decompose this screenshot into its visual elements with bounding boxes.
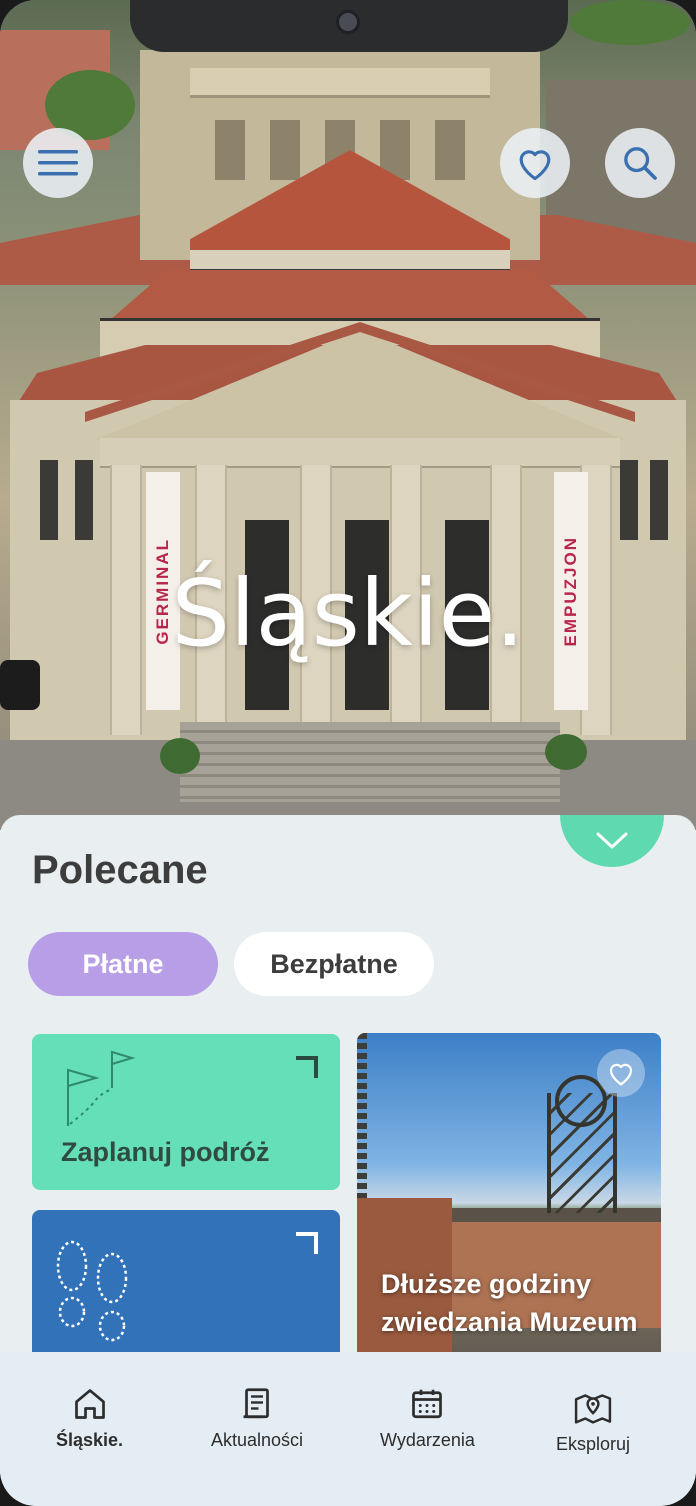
hero-image: GERMINAL EMPUZJON Śląskie.: [0, 0, 696, 830]
hamburger-menu-icon: [38, 150, 78, 176]
nav-home[interactable]: Śląskie.: [56, 1386, 123, 1451]
filter-paid-button[interactable]: Płatne: [28, 932, 218, 996]
chevron-down-icon: [596, 832, 628, 849]
corner-arrow-icon: [296, 1056, 318, 1078]
news-icon: [243, 1388, 269, 1419]
nav-explore-label: Eksploruj: [556, 1434, 631, 1454]
phone-screen: GERMINAL EMPUZJON Śląskie. Polecane Płat…: [0, 0, 696, 1506]
hero-title: Śląskie.: [171, 560, 525, 667]
device-notch: [130, 0, 568, 52]
nav-events[interactable]: Wydarzenia: [380, 1386, 475, 1451]
search-icon: [624, 147, 657, 180]
filter-free-button[interactable]: Bezpłatne: [234, 932, 434, 996]
favorites-button[interactable]: [500, 128, 570, 198]
home-icon: [74, 1389, 105, 1419]
section-title: Polecane: [32, 848, 208, 892]
heart-icon: [519, 150, 551, 181]
favorite-card-button[interactable]: [597, 1049, 645, 1097]
footprints-icon: [56, 1240, 128, 1342]
nav-events-label: Wydarzenia: [380, 1430, 475, 1450]
nav-explore[interactable]: Eksploruj: [556, 1388, 630, 1455]
nav-news-label: Aktualności: [211, 1430, 304, 1450]
map-pin-icon: [574, 1394, 612, 1424]
camera-icon: [336, 10, 360, 34]
menu-button[interactable]: [23, 128, 93, 198]
museum-card-title: Dłuższe godziny zwiedzania Muzeum: [381, 1269, 638, 1337]
museum-news-card[interactable]: Dłuższe godziny zwiedzania Muzeum: [357, 1033, 661, 1360]
corner-arrow-icon: [296, 1232, 318, 1254]
search-button[interactable]: [605, 128, 675, 198]
walking-routes-card[interactable]: [32, 1210, 340, 1360]
nav-home-label: Śląskie.: [56, 1430, 124, 1450]
heart-icon: [609, 1063, 633, 1086]
plan-trip-card[interactable]: Zaplanuj podróż: [32, 1034, 340, 1190]
plan-trip-label: Zaplanuj podróż: [61, 1137, 270, 1167]
nav-news[interactable]: Aktualności: [211, 1386, 303, 1451]
calendar-icon: [412, 1389, 443, 1419]
flags-icon: [67, 1050, 136, 1126]
